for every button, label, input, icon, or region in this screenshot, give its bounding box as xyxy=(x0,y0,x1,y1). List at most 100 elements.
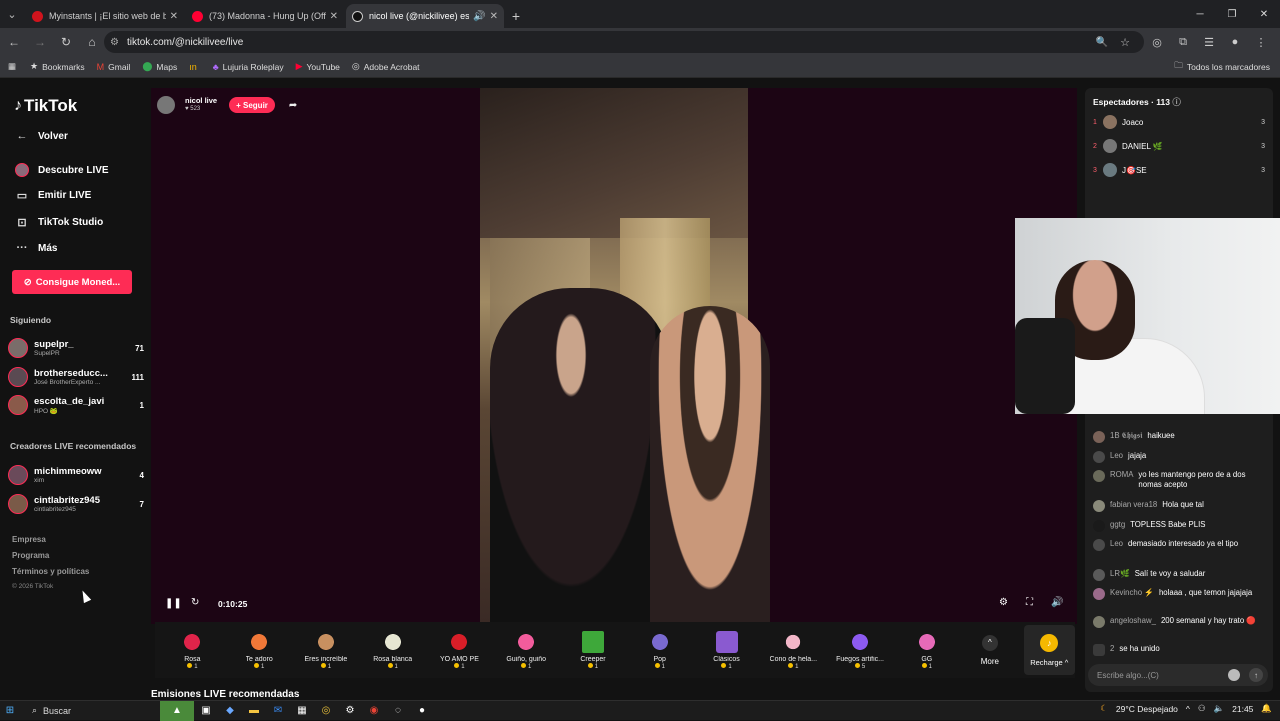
weather-label[interactable]: 29°C Despejado xyxy=(1116,704,1178,714)
bookmark-item[interactable]: ★ Bookmarks xyxy=(30,61,85,72)
tab-close-icon[interactable]: ✕ xyxy=(170,11,178,22)
gift-yo-amo-pe[interactable]: YO AMO PE 1 xyxy=(426,630,493,670)
settings-gear-icon[interactable]: ⚙ xyxy=(999,597,1008,608)
gift-rosa[interactable]: Rosa 1 xyxy=(159,630,226,670)
browser-tab[interactable]: (73) Madonna - Hung Up (Offic ✕ xyxy=(186,4,344,28)
forward-icon[interactable]: → xyxy=(28,30,52,54)
chrome-icon[interactable]: ◎ xyxy=(314,701,338,721)
tab-audio-icon[interactable]: 🔊 xyxy=(473,11,485,22)
pause-icon[interactable]: ❚❚ xyxy=(165,598,182,609)
close-window-icon[interactable]: ✕ xyxy=(1248,0,1280,28)
notification-icon[interactable]: 🔔 xyxy=(1261,703,1272,714)
extensions-puzzle-icon[interactable]: ⧉ xyxy=(1170,30,1196,54)
browser-tab-active[interactable]: nicol live (@nickilivee) está 🔊 ✕ xyxy=(346,4,504,28)
gift-pop[interactable]: Pop 1 xyxy=(626,630,693,670)
send-icon[interactable]: ↑ xyxy=(1249,668,1263,682)
chat-message[interactable]: Kevincho ⚡ holaaa , que temon jajajaja xyxy=(1093,588,1267,600)
tab-close-icon[interactable]: ✕ xyxy=(490,11,498,22)
site-info-icon[interactable]: ⚙ xyxy=(110,37,119,48)
bookmark-item[interactable]: ın xyxy=(189,62,201,72)
address-bar[interactable]: ⚙ tiktok.com/@nickilivee/live 🔍 ☆ xyxy=(104,31,1144,53)
widget-icon[interactable]: ▲ xyxy=(160,700,194,721)
footer-link-program[interactable]: Programa xyxy=(12,551,49,560)
steam-icon[interactable]: ⚙ xyxy=(338,701,362,721)
chat-input[interactable]: Escribe algo...(C) ↑ xyxy=(1088,664,1268,686)
bookmark-item[interactable]: ⬤ Maps xyxy=(142,61,177,72)
home-icon[interactable]: ⌂ xyxy=(80,30,104,54)
chat-message[interactable]: ggtg TOPLESS Babe PLIS xyxy=(1093,520,1267,532)
bookmark-item[interactable]: ◎ Adobe Acrobat xyxy=(352,61,420,72)
gift-gg[interactable]: GG 1 xyxy=(893,630,960,670)
browser-tab[interactable]: Myinstants | ¡El sitio web de bo ✕ xyxy=(26,4,184,28)
gift-eres-increible[interactable]: Eres increíble 1 xyxy=(293,630,360,670)
host-avatar[interactable] xyxy=(157,96,175,114)
nav-studio[interactable]: ⊡ TikTok Studio xyxy=(14,216,103,229)
fullscreen-icon[interactable]: ⛶ xyxy=(1026,597,1033,608)
bookmark-item[interactable]: ▶ YouTube xyxy=(296,61,340,72)
share-icon[interactable]: ➦ xyxy=(289,100,297,111)
emoji-icon[interactable] xyxy=(1228,669,1240,681)
chat-message[interactable]: ROMA yo les mantengo pero de a dos nomas … xyxy=(1093,470,1267,490)
taskbar-search[interactable]: ⌕ Buscar xyxy=(20,702,160,720)
zoom-icon[interactable]: 🔍 xyxy=(1096,37,1108,48)
all-bookmarks[interactable]: 🗀 Todos los marcadores xyxy=(1174,60,1270,74)
footer-link-company[interactable]: Empresa xyxy=(12,535,46,544)
nav-go-live[interactable]: ▭ Emitir LIVE xyxy=(14,189,92,202)
viewers-header[interactable]: Espectadores · 113 ⓘ xyxy=(1093,96,1181,108)
recommended-account[interactable]: michimmeoww xim 4 xyxy=(8,462,144,488)
top-viewer[interactable]: 3 J🎯SE 3 xyxy=(1093,163,1265,177)
gift-rosa-blanca[interactable]: Rosa blanca 1 xyxy=(359,630,426,670)
back-icon[interactable]: ← xyxy=(2,30,26,54)
following-account[interactable]: escolta_de_javi HPO 🐸 1 xyxy=(8,392,144,418)
calendar-icon[interactable]: ▦ xyxy=(290,701,314,721)
copilot-icon[interactable]: ◆ xyxy=(218,701,242,721)
profile-avatar-icon[interactable]: ● xyxy=(1222,30,1248,54)
gift-te-adoro[interactable]: Te adoro 1 xyxy=(226,630,293,670)
volume-icon[interactable]: 🔊 xyxy=(1051,597,1063,608)
following-account[interactable]: supelpr_ SupelPR 71 xyxy=(8,335,144,361)
info-icon[interactable]: ⓘ xyxy=(1172,97,1181,107)
refresh-icon[interactable]: ↻ xyxy=(191,597,199,608)
apps-grid-icon[interactable]: ▦ xyxy=(8,61,16,72)
bookmark-item[interactable]: M Gmail xyxy=(97,62,131,72)
follow-button[interactable]: + Seguir xyxy=(229,97,275,113)
outlook-icon[interactable]: ✉ xyxy=(266,701,290,721)
more-gifts-button[interactable]: ^ More xyxy=(960,634,1019,666)
chat-message[interactable]: LR🌿 Salí te voy a saludar xyxy=(1093,569,1267,581)
windows-start-icon[interactable]: ⊞ xyxy=(0,701,20,721)
host-name[interactable]: nicol live xyxy=(185,97,217,105)
nav-more[interactable]: ··· Más xyxy=(14,242,58,254)
nav-back[interactable]: ← Volver xyxy=(14,130,68,142)
media-icon[interactable]: ☰ xyxy=(1196,30,1222,54)
top-viewer[interactable]: 1 Joaco 3 xyxy=(1093,115,1265,129)
recommended-account[interactable]: cintlabritez945 cintlabritez945 7 xyxy=(8,491,144,517)
recharge-button[interactable]: ♪ Recharge ^ xyxy=(1023,625,1075,675)
nav-discover-live[interactable]: Descubre LIVE xyxy=(14,163,109,177)
gift-creeper[interactable]: Creeper 1 xyxy=(560,630,627,670)
obs-icon[interactable]: ● xyxy=(410,701,434,721)
clock[interactable]: 21:45 xyxy=(1232,704,1253,714)
get-coins-button[interactable]: ⊘ Consigue Moned... xyxy=(12,270,132,294)
maximize-icon[interactable]: ❐ xyxy=(1216,0,1248,28)
top-viewer[interactable]: 2 DANIEL 🌿 3 xyxy=(1093,139,1265,153)
chat-message[interactable]: 1B 𝕮𝖍𝖎𝖌𝖘𝖎 haikuee xyxy=(1093,431,1267,443)
chat-message[interactable]: angeloshaw_ 200 semanal y hay trato 🔴 xyxy=(1093,616,1267,628)
volume-tray-icon[interactable]: 🔈 xyxy=(1214,703,1225,714)
gift-fuegos-artificiales[interactable]: Fuegos artific... 5 xyxy=(827,630,894,670)
gift-cono-helado[interactable]: Cono de hela... 1 xyxy=(760,630,827,670)
bookmark-star-icon[interactable]: ☆ xyxy=(1120,36,1130,49)
extension-icon[interactable]: ◎ xyxy=(1144,30,1170,54)
task-view-icon[interactable]: ▣ xyxy=(194,701,218,721)
gift-clasicos[interactable]: Clásicos 1 xyxy=(693,630,760,670)
tab-close-icon[interactable]: ✕ xyxy=(330,11,338,22)
tiktok-logo[interactable]: ♪ TikTok xyxy=(14,96,77,116)
gift-guino[interactable]: Guiño, guiño 1 xyxy=(493,630,560,670)
chat-message[interactable]: fabian vera18 Hola que tal xyxy=(1093,500,1267,512)
footer-link-terms[interactable]: Términos y políticas xyxy=(12,567,89,576)
menu-dots-icon[interactable]: ⋮ xyxy=(1248,30,1274,54)
tray-chevron-icon[interactable]: ^ xyxy=(1186,704,1190,714)
new-tab-button[interactable]: + xyxy=(504,4,528,28)
network-icon[interactable]: ⚇ xyxy=(1198,703,1206,714)
following-account[interactable]: brotherseducc... José BrotherExperto ... … xyxy=(8,364,144,390)
live-player[interactable]: nicol live ♥ 523 + Seguir ➦ ❚❚ ↻ 0:10:25… xyxy=(151,88,1077,624)
